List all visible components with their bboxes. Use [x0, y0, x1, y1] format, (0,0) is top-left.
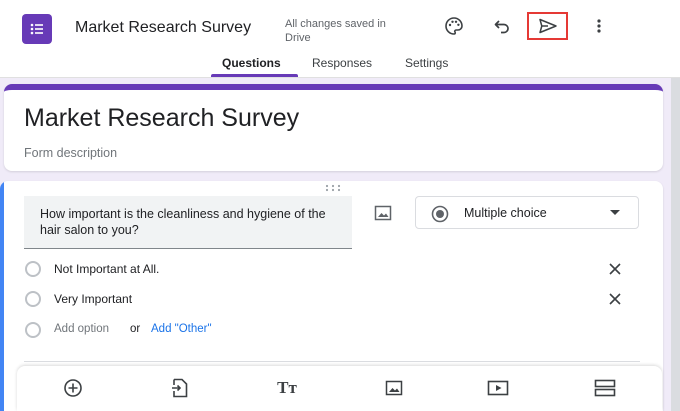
form-title[interactable]: Market Research Survey — [24, 104, 299, 133]
add-other-link[interactable]: Add "Other" — [151, 323, 212, 335]
drag-handle-icon[interactable] — [324, 184, 342, 192]
add-image-icon[interactable] — [373, 203, 393, 223]
question-type-label: Multiple choice — [464, 206, 547, 220]
form-tabs: Questions Responses Settings — [0, 56, 680, 78]
radio-button-icon — [431, 205, 449, 223]
active-tab-indicator — [211, 74, 298, 77]
option-label[interactable]: Very Important — [54, 292, 132, 306]
tab-questions[interactable]: Questions — [222, 56, 281, 70]
or-label: or — [130, 323, 141, 335]
form-title-card: Market Research Survey Form description — [4, 84, 663, 171]
add-video-icon[interactable] — [486, 376, 510, 400]
question-toolbar: Tт — [17, 366, 662, 411]
tab-responses[interactable]: Responses — [312, 56, 372, 70]
add-title-icon[interactable]: Tт — [275, 376, 299, 400]
option-row[interactable]: Not Important at All. — [25, 260, 645, 278]
add-question-icon[interactable] — [61, 376, 85, 400]
divider — [24, 361, 640, 362]
app-header: Market Research Survey All changes saved… — [0, 0, 680, 78]
undo-icon[interactable] — [486, 12, 518, 40]
document-title[interactable]: Market Research Survey — [75, 19, 265, 37]
radio-icon — [25, 261, 41, 277]
form-description-field[interactable]: Form description — [24, 146, 117, 160]
chevron-down-icon — [610, 210, 620, 215]
add-image-icon[interactable] — [382, 376, 406, 400]
option-label[interactable]: Not Important at All. — [54, 262, 159, 276]
active-question-indicator — [0, 181, 4, 411]
radio-icon — [25, 322, 41, 338]
close-icon[interactable] — [607, 291, 623, 307]
question-type-select[interactable]: Multiple choice — [415, 196, 639, 229]
close-icon[interactable] — [607, 261, 623, 277]
import-questions-icon[interactable] — [168, 376, 192, 400]
forms-logo-icon[interactable] — [22, 14, 52, 44]
add-option-row: Add option or Add "Other" — [25, 321, 645, 339]
save-status: All changes saved in Drive — [285, 18, 386, 44]
question-input[interactable]: How important is the cleanliness and hyg… — [24, 196, 352, 249]
option-row[interactable]: Very Important — [25, 290, 645, 308]
scrollbar[interactable] — [671, 78, 680, 411]
send-button[interactable] — [527, 12, 568, 40]
tab-settings[interactable]: Settings — [405, 56, 448, 70]
add-section-icon[interactable] — [593, 376, 617, 400]
radio-icon — [25, 291, 41, 307]
add-option-field[interactable]: Add option — [54, 323, 109, 335]
more-vert-icon[interactable] — [583, 12, 615, 40]
palette-icon[interactable] — [438, 12, 470, 40]
send-icon — [538, 18, 557, 34]
